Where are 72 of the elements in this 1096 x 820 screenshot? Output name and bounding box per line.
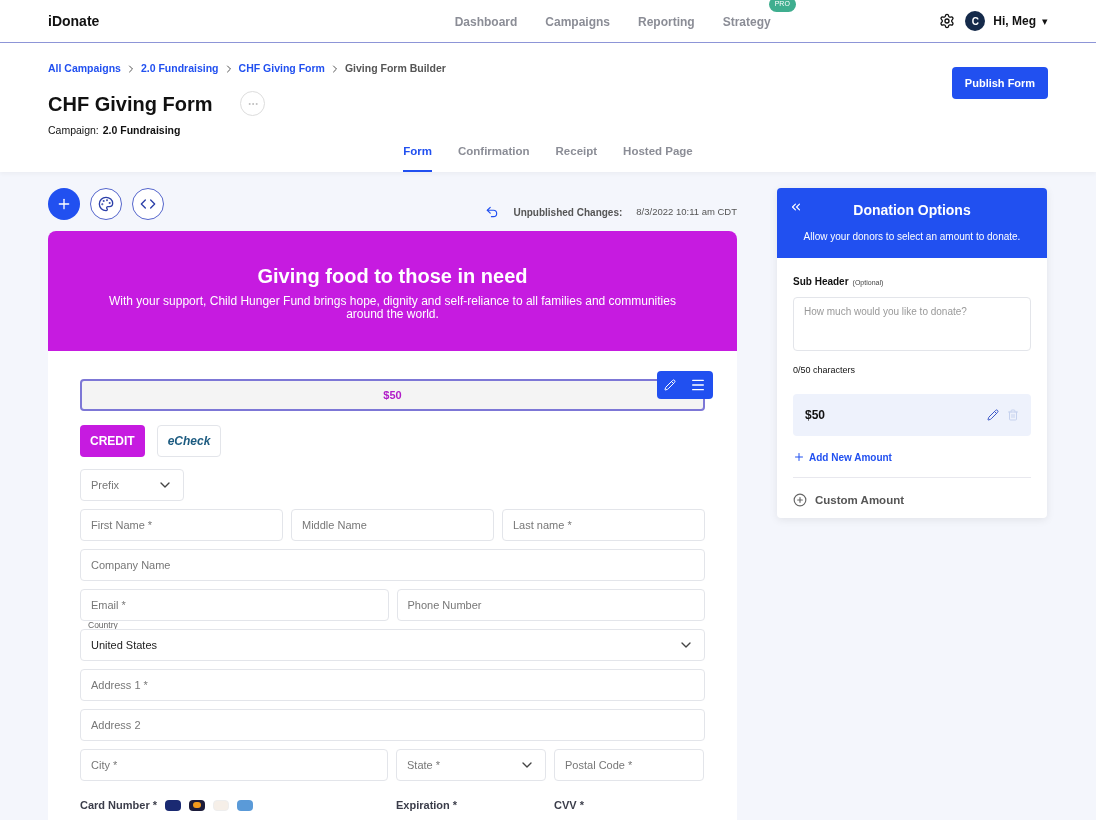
field-value: United States [91, 637, 159, 653]
menu-icon[interactable] [690, 377, 706, 393]
add-circle-icon[interactable] [793, 493, 807, 508]
input-field[interactable]: Email * [80, 589, 389, 621]
caret-icon[interactable]: ▾ [1042, 12, 1048, 30]
input-field[interactable]: Last name * [502, 509, 705, 541]
field-placeholder: Prefix [91, 477, 121, 493]
nav-link[interactable]: Reporting [638, 15, 695, 29]
campaign-name: 2.0 Fundraising [102, 122, 181, 138]
breadcrumb-link[interactable]: CHF Giving Form [238, 61, 325, 77]
field-placeholder: State * [407, 757, 442, 773]
field-label: Sub Header [793, 275, 849, 289]
panel-title: Donation Options [853, 201, 971, 220]
status-label: Unpublished Changes: [513, 205, 623, 220]
payment-method-button[interactable]: CREDIT [80, 425, 145, 457]
collapse-icon[interactable] [789, 200, 803, 214]
input-field[interactable]: Phone Number [396, 589, 705, 621]
code-icon [140, 196, 156, 212]
tab[interactable]: Hosted Page [623, 142, 693, 172]
banner-title: Giving food to those in need [257, 264, 528, 289]
code-button[interactable] [132, 188, 164, 220]
brand-logo[interactable]: iDonate [48, 10, 318, 32]
custom-amount-label[interactable]: Custom Amount [815, 491, 904, 509]
select-field[interactable]: United States [80, 629, 705, 661]
field-label: Country [88, 621, 118, 630]
banner-text: With your support, Child Hunger Fund brings hope, dignity and self-reliance to all families and communities around the world. [108, 295, 677, 321]
nav-link[interactable]: Dashboard [454, 15, 518, 29]
field-label: Card Number * [80, 798, 158, 813]
publish-button[interactable]: Publish Form [952, 67, 1048, 99]
input-field[interactable]: Postal Code * [554, 749, 704, 781]
input-field[interactable]: Middle Name [291, 509, 494, 541]
status-time: 8/3/2022 10:11 am CDT [636, 204, 737, 219]
palette-button[interactable] [90, 188, 122, 220]
nav-link[interactable]: Campaigns [545, 15, 610, 29]
nav-link[interactable]: Strategy [722, 15, 771, 29]
tab[interactable]: Receipt [555, 142, 598, 172]
breadcrumb-link[interactable]: 2.0 Fundraising [140, 61, 219, 77]
plus-icon [793, 451, 805, 463]
settings-icon[interactable] [939, 13, 956, 29]
card-icon [189, 799, 206, 811]
tab[interactable]: Form [403, 142, 432, 172]
add-button[interactable] [48, 188, 80, 220]
user-greeting[interactable]: Hi, Meg [993, 12, 1036, 30]
plus-icon [56, 196, 72, 212]
amount-value: $50 [805, 406, 827, 424]
page-title: CHF Giving Form [48, 91, 214, 117]
breadcrumb-link[interactable]: All Campaigns [48, 61, 121, 77]
undo-icon[interactable] [485, 205, 500, 219]
input-field[interactable]: First Name * [80, 509, 283, 541]
amount-button[interactable]: $50 [80, 379, 705, 411]
input-field[interactable]: Address 2 [80, 709, 705, 741]
card-icon [165, 799, 182, 811]
amount-row[interactable]: $50 [793, 393, 1031, 436]
sub-header-field[interactable]: How much would you like to donate? [793, 297, 1031, 351]
field-label: CVV * [554, 798, 584, 813]
input-field[interactable]: Address 1 * [80, 669, 705, 701]
avatar[interactable]: C [965, 11, 986, 31]
input-field[interactable]: Company Name [80, 549, 705, 581]
input-field[interactable]: City * [80, 749, 388, 781]
pencil-icon[interactable] [987, 408, 999, 421]
breadcrumb-current: Giving Form Builder [344, 61, 446, 76]
card-icon [237, 799, 254, 811]
palette-icon [98, 196, 114, 212]
payment-method-button[interactable]: eCheck [156, 425, 222, 457]
tab[interactable]: Confirmation [458, 142, 530, 172]
field-label: Expiration * [396, 798, 459, 813]
add-amount-link[interactable]: Add New Amount [793, 449, 1031, 465]
character-counter: 0/50 characters [793, 364, 857, 377]
panel-subtitle: Allow your donors to select an amount to donate. [803, 230, 1021, 244]
select-field[interactable]: State * [396, 749, 546, 781]
campaign-label: Campaign: [48, 122, 99, 138]
select-field[interactable]: Prefix [80, 469, 184, 501]
